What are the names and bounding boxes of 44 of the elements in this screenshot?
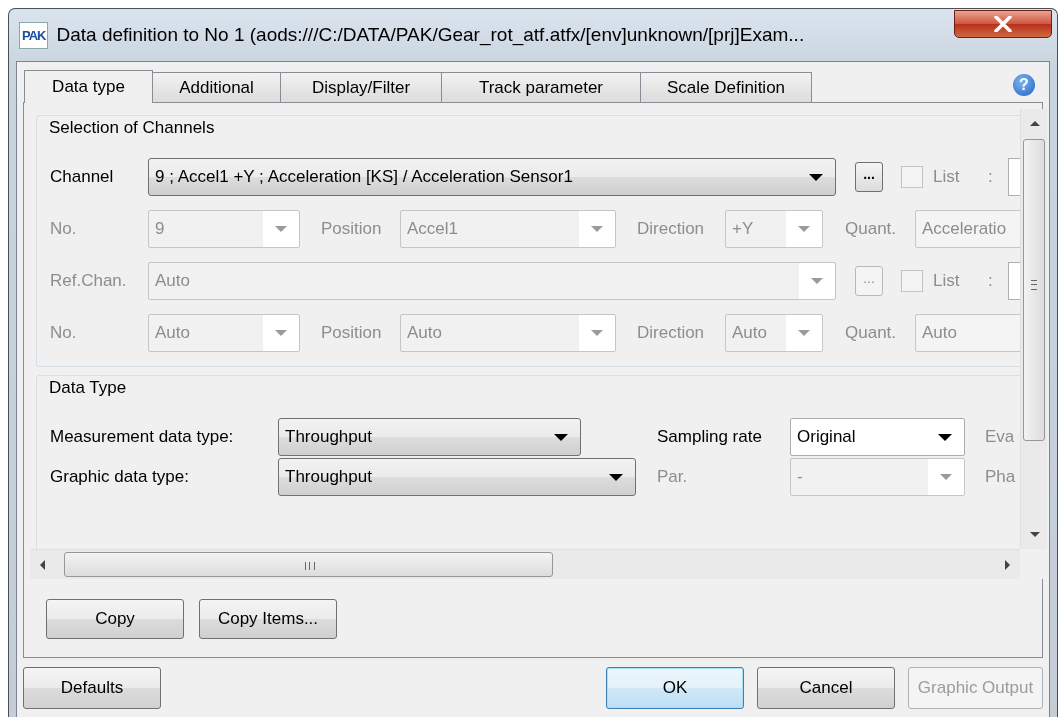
group-title: Data Type bbox=[47, 378, 129, 398]
field-label: No. bbox=[50, 219, 78, 239]
field-label: : bbox=[988, 167, 994, 187]
field-label: Quant. bbox=[845, 323, 898, 343]
tab[interactable]: Additional bbox=[152, 72, 281, 102]
tab[interactable]: Track parameter bbox=[441, 72, 641, 102]
field-label: Pha bbox=[985, 467, 1017, 487]
field-label: List bbox=[933, 167, 961, 187]
copy-button[interactable]: Copy bbox=[46, 599, 184, 639]
dropdown[interactable]: 9 ; Accel1 +Y ; Acceleration [KS] / Acceleration Sensor1 bbox=[148, 158, 836, 196]
dialog-button[interactable]: Defaults bbox=[23, 667, 161, 709]
dialog-button[interactable]: OK bbox=[606, 667, 744, 709]
window-title: Data definition to No 1 (aods:///C:/DATA/PAK/Gear_rot_atf.atfx/[env]unknown/[prj]Exam... bbox=[56, 24, 806, 46]
field-label: Quant. bbox=[845, 219, 898, 239]
input-field[interactable] bbox=[1008, 262, 1020, 300]
field-label: Position bbox=[321, 323, 383, 343]
app-logo: PAK bbox=[19, 21, 49, 49]
horizontal-scrollbar[interactable] bbox=[30, 549, 1020, 579]
tab[interactable]: Display/Filter bbox=[280, 72, 442, 102]
input-field[interactable] bbox=[1008, 158, 1020, 196]
dropdown[interactable]: Throughput bbox=[278, 418, 581, 456]
field-label: Ref.Chan. bbox=[50, 271, 128, 291]
tab[interactable]: Data type bbox=[24, 70, 153, 103]
field-label: Channel bbox=[50, 167, 115, 187]
field-label: Position bbox=[321, 219, 383, 239]
dropdown[interactable]: Throughput bbox=[278, 458, 636, 496]
dialog-button[interactable]: Cancel bbox=[757, 667, 895, 709]
close-button[interactable] bbox=[954, 10, 1052, 38]
copy-button[interactable]: Copy Items... bbox=[199, 599, 337, 639]
field-label: Direction bbox=[637, 219, 706, 239]
tab[interactable]: Scale Definition bbox=[640, 72, 812, 102]
browse-button[interactable]: ... bbox=[855, 162, 883, 192]
field-label: Sampling rate bbox=[657, 427, 763, 447]
field-label: Measurement data type: bbox=[50, 427, 235, 447]
field-label: Graphic data type: bbox=[50, 467, 190, 487]
field-label: Eva bbox=[985, 427, 1016, 447]
dropdown[interactable]: Original bbox=[790, 418, 965, 456]
field-label: List bbox=[933, 271, 961, 291]
field-label: Direction bbox=[637, 323, 706, 343]
vertical-scrollbar[interactable] bbox=[1020, 109, 1047, 549]
field-label: Par. bbox=[657, 467, 689, 487]
field-label: No. bbox=[50, 323, 78, 343]
field-label: : bbox=[988, 271, 994, 291]
close-icon bbox=[994, 16, 1012, 32]
